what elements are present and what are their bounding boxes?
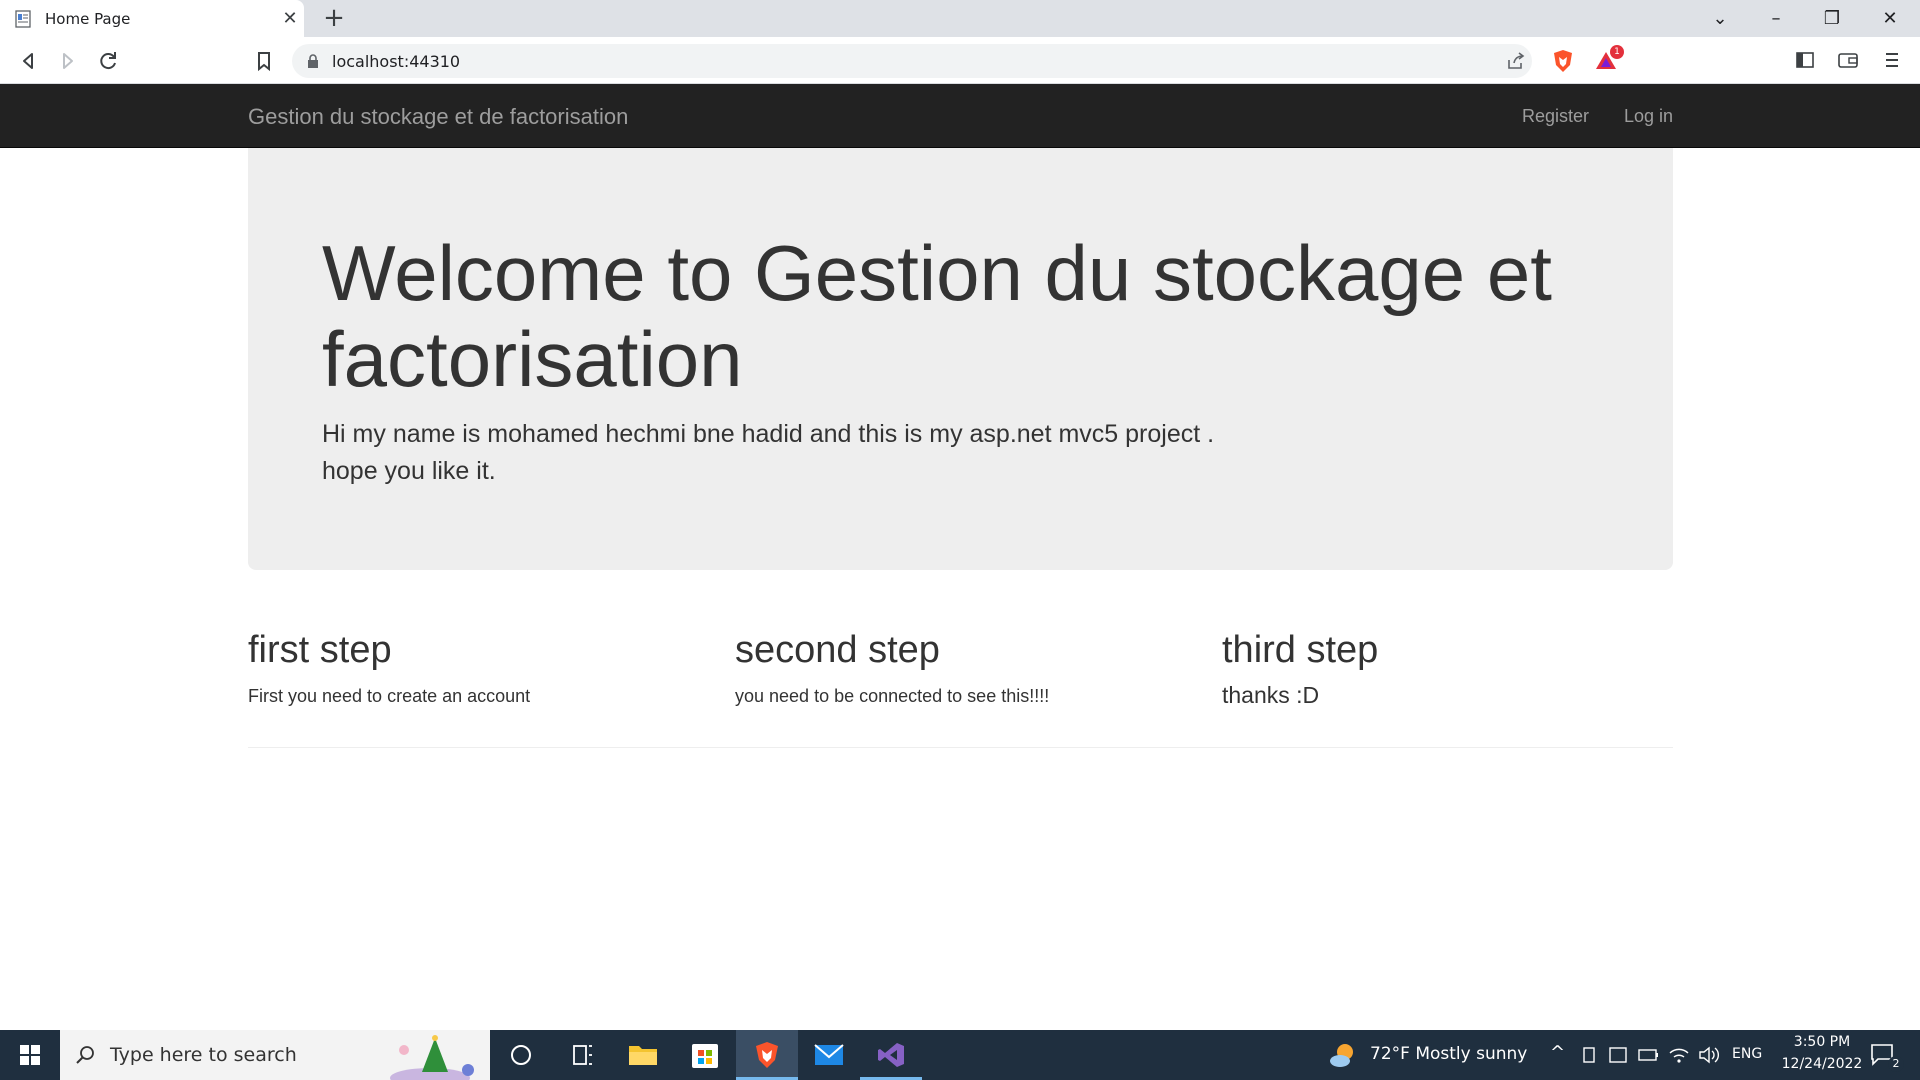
url-text: localhost:44310 (332, 52, 461, 71)
windows-taskbar: Type here to search 72°F Mostly sunny ^ … (0, 1030, 1920, 1080)
wallet-icon[interactable] (1838, 52, 1858, 68)
restore-button[interactable]: ❐ (1804, 0, 1860, 37)
volume-icon[interactable] (1698, 1045, 1720, 1065)
step-column-third: third step thanks :D (1222, 628, 1682, 709)
task-view-icon[interactable] (552, 1030, 614, 1080)
search-icon (76, 1046, 94, 1064)
site-navbar: Gestion du stockage et de factorisation … (0, 84, 1920, 148)
browser-tab-strip: Home Page ✕ + ⌄ – ❐ ✕ (0, 0, 1920, 37)
intro-line-1: Hi my name is mohamed hechmi bne hadid a… (322, 420, 1215, 448)
search-placeholder: Type here to search (110, 1044, 297, 1066)
taskbar-brave-active[interactable] (736, 1030, 798, 1080)
microsoft-store-icon[interactable] (674, 1030, 736, 1080)
login-link[interactable]: Log in (1624, 106, 1673, 127)
welcome-heading: Welcome to Gestion du stockage et factor… (322, 229, 1552, 403)
minimize-button[interactable]: – (1748, 0, 1804, 37)
brave-browser-icon (756, 1042, 778, 1068)
rewards-badge: 1 (1610, 45, 1624, 59)
step-heading: third step (1222, 629, 1379, 671)
menu-icon[interactable] (1884, 51, 1900, 69)
tab-search-icon[interactable]: ⌄ (1692, 0, 1748, 37)
sidebar-icon[interactable] (1796, 52, 1814, 68)
step-column-first: first step First you need to create an a… (248, 628, 708, 707)
page-icon (15, 10, 31, 28)
bookmark-icon[interactable] (250, 47, 278, 75)
mail-icon[interactable] (798, 1030, 860, 1080)
cortana-icon[interactable] (490, 1030, 552, 1080)
brave-shield-icon[interactable] (1552, 49, 1574, 73)
holiday-tree-icon (390, 1035, 474, 1080)
reload-icon[interactable] (94, 47, 122, 75)
step-text: thanks :D (1222, 682, 1320, 708)
taskbar-visual-studio[interactable] (860, 1030, 922, 1080)
share-icon[interactable] (1506, 52, 1526, 70)
step-text: you need to be connected to see this!!!! (735, 686, 1050, 706)
tab-home-page[interactable]: Home Page ✕ (0, 0, 304, 37)
windows-start-icon[interactable] (0, 1030, 60, 1080)
taskbar-search-box[interactable]: Type here to search (60, 1030, 490, 1080)
meet-now-icon[interactable] (1608, 1045, 1628, 1065)
clock-time[interactable]: 3:50 PM (1782, 1034, 1862, 1050)
language-indicator[interactable]: ENG (1732, 1046, 1762, 1062)
register-link[interactable]: Register (1522, 106, 1589, 127)
forward-icon[interactable] (54, 47, 82, 75)
step-heading: second step (735, 629, 940, 671)
step-heading: first step (248, 629, 392, 671)
jumbotron: Welcome to Gestion du stockage et factor… (248, 148, 1673, 570)
intro-line-2: hope you like it. (322, 457, 496, 485)
visual-studio-icon (878, 1043, 904, 1067)
intro-text: Hi my name is mohamed hechmi bne hadid a… (322, 416, 1422, 490)
wifi-icon[interactable] (1668, 1045, 1690, 1065)
lock-icon (308, 54, 318, 68)
tab-title: Home Page (45, 10, 131, 28)
navbar-brand-link[interactable]: Gestion du stockage et de factorisation (248, 104, 628, 130)
step-column-second: second step you need to be connected to … (735, 628, 1195, 707)
step-text: First you need to create an account (248, 686, 531, 706)
browser-toolbar: localhost:44310 1 (0, 37, 1920, 84)
back-icon[interactable] (14, 47, 42, 75)
footer-divider (248, 747, 1673, 748)
close-window-button[interactable]: ✕ (1862, 0, 1918, 37)
close-tab-icon[interactable]: ✕ (280, 8, 300, 28)
file-explorer-icon[interactable] (612, 1030, 674, 1080)
weather-icon (1330, 1044, 1353, 1067)
address-bar[interactable]: localhost:44310 (292, 44, 1532, 78)
clock-date[interactable]: 12/24/2022 (1778, 1056, 1866, 1072)
show-hidden-icons-icon[interactable]: ^ (1550, 1042, 1565, 1063)
notification-count-badge: 2 (1888, 1056, 1904, 1072)
weather-text[interactable]: 72°F Mostly sunny (1370, 1044, 1527, 1064)
battery-icon[interactable] (1638, 1047, 1660, 1063)
new-tab-button[interactable]: + (320, 4, 348, 32)
network-device-icon[interactable] (1580, 1046, 1598, 1064)
